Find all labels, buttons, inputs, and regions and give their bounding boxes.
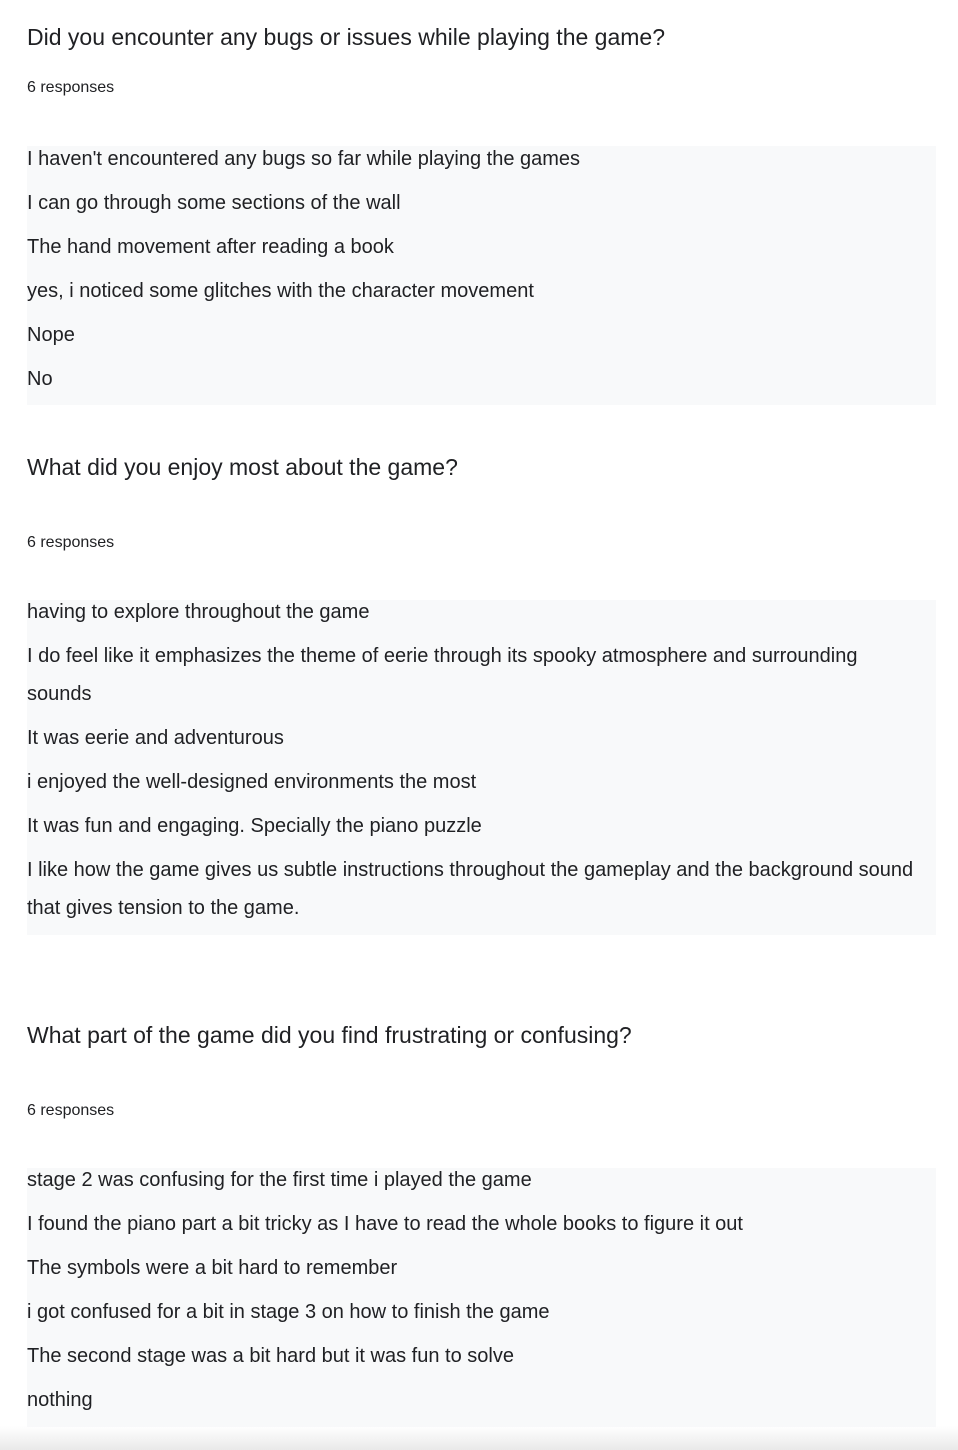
response-item: nothing (27, 1389, 93, 1411)
response-count-frustrating: 6 responses (27, 1102, 115, 1119)
response-item: I like how the game gives us subtle inst… (27, 859, 914, 919)
responses-list-bugs[interactable]: I haven't encountered any bugs so far wh… (27, 146, 936, 405)
response-item: It was fun and engaging. Specially the p… (27, 815, 482, 837)
response-item: stage 2 was confusing for the first time… (27, 1169, 532, 1191)
responses-list-enjoy[interactable]: having to explore throughout the game I … (27, 600, 936, 935)
response-item: The second stage was a bit hard but it w… (27, 1345, 514, 1367)
response-count-enjoy: 6 responses (27, 534, 115, 551)
response-count-bugs: 6 responses (27, 79, 115, 96)
response-item: It was eerie and adventurous (27, 727, 284, 749)
response-item: No (27, 368, 53, 390)
response-item: I found the piano part a bit tricky as I… (27, 1213, 743, 1235)
responses-list-frustrating[interactable]: stage 2 was confusing for the first time… (27, 1168, 936, 1427)
response-item: having to explore throughout the game (27, 601, 370, 623)
response-item: The hand movement after reading a book (27, 236, 394, 258)
response-item: The symbols were a bit hard to remember (27, 1257, 398, 1279)
response-item: i enjoyed the well-designed environments… (27, 771, 477, 793)
question-title-enjoy: What did you enjoy most about the game? (27, 454, 458, 480)
response-item: i got confused for a bit in stage 3 on h… (27, 1301, 550, 1323)
response-item: I do feel like it emphasizes the theme o… (27, 645, 858, 705)
response-item: yes, i noticed some glitches with the ch… (27, 280, 534, 302)
question-title-frustrating: What part of the game did you find frust… (27, 1022, 632, 1048)
scroll-fade (0, 1426, 958, 1450)
response-item: I can go through some sections of the wa… (27, 192, 401, 214)
response-item: I haven't encountered any bugs so far wh… (27, 148, 581, 170)
response-item: Nope (27, 324, 75, 346)
question-title-bugs: Did you encounter any bugs or issues whi… (27, 24, 665, 50)
